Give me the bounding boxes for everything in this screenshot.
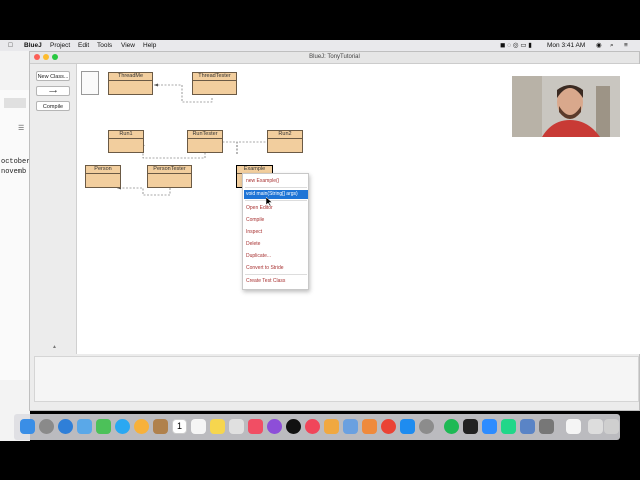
class-runtester[interactable]: RunTester xyxy=(187,130,223,153)
doc-line-1: october xyxy=(1,158,31,166)
class-threadtester[interactable]: ThreadTester xyxy=(192,72,237,95)
reminders-icon[interactable] xyxy=(191,419,206,434)
menu-item-create-test-class[interactable]: Create Test Class xyxy=(246,277,306,286)
class-person[interactable]: Person xyxy=(85,165,121,188)
class-run2[interactable]: Run2 xyxy=(267,130,303,153)
menubar-clock[interactable]: Mon 3:41 AM xyxy=(547,40,585,51)
arrow-right-icon: ⟶ xyxy=(49,89,57,95)
menu-help[interactable]: Help xyxy=(143,40,156,51)
menu-edit[interactable]: Edit xyxy=(78,40,89,51)
spotify-icon[interactable] xyxy=(444,419,459,434)
menu-item-compile[interactable]: Compile xyxy=(246,216,306,225)
menu-item-convert-to-stride[interactable]: Convert to Stride xyxy=(246,264,306,273)
downloads-icon[interactable] xyxy=(588,419,603,434)
bluej-icon[interactable] xyxy=(520,419,535,434)
safari-icon[interactable] xyxy=(58,419,73,434)
class-context-menu: new Example() void main(String[] args) O… xyxy=(242,173,309,290)
menu-bluej[interactable]: BlueJ xyxy=(24,40,42,51)
compile-button[interactable]: Compile xyxy=(36,101,70,111)
pages-icon[interactable] xyxy=(362,419,377,434)
search-icon[interactable]: ⌕ xyxy=(610,40,614,51)
document-icon[interactable] xyxy=(566,419,581,434)
trash-icon[interactable] xyxy=(604,419,619,434)
scroll-up-icon[interactable]: ▲ xyxy=(52,344,57,350)
zoom-app-icon[interactable] xyxy=(482,419,497,434)
webcam-video xyxy=(512,76,620,137)
menu-item-duplicate[interactable]: Duplicate... xyxy=(246,252,306,261)
mail-icon[interactable] xyxy=(77,419,92,434)
menu-project[interactable]: Project xyxy=(50,40,70,51)
photos-icon[interactable] xyxy=(134,419,149,434)
menu-separator xyxy=(245,187,307,188)
status-icons[interactable]: ◼ ◌ ◎ ▭ ▮ xyxy=(500,40,532,51)
podcasts-icon[interactable] xyxy=(267,419,282,434)
zoom-icon[interactable] xyxy=(52,54,58,60)
numbers-icon[interactable] xyxy=(324,419,339,434)
system-preferences-icon[interactable] xyxy=(419,419,434,434)
finder-icon[interactable] xyxy=(20,419,35,434)
minimize-icon[interactable] xyxy=(43,54,49,60)
keynote-icon[interactable] xyxy=(343,419,358,434)
mouse-cursor-icon xyxy=(266,197,272,206)
menu-bar:  BlueJ Project Edit Tools View Help ◼ ◌… xyxy=(0,40,640,51)
menu-item-open-editor[interactable]: Open Editor xyxy=(246,204,306,213)
maps-icon[interactable] xyxy=(229,419,244,434)
menu-item-delete[interactable]: Delete xyxy=(246,240,306,249)
window-titlebar[interactable]: BlueJ: TonyTutorial xyxy=(30,52,639,64)
facetime-icon[interactable] xyxy=(96,419,111,434)
music-icon[interactable] xyxy=(248,419,263,434)
toolbar-panel: New Class... ⟶ Compile ▲ xyxy=(30,64,77,354)
window-title: BlueJ: TonyTutorial xyxy=(309,54,360,60)
readme-document-icon[interactable] xyxy=(81,71,99,95)
menu-view[interactable]: View xyxy=(121,40,135,51)
chrome-icon[interactable] xyxy=(381,419,396,434)
list-icon[interactable]: ☰ xyxy=(18,124,24,132)
calendar-icon[interactable]: 1 xyxy=(172,419,187,434)
new-arrow-button[interactable]: ⟶ xyxy=(36,86,70,96)
object-bench[interactable] xyxy=(34,356,639,402)
pycharm-icon[interactable] xyxy=(501,419,516,434)
contacts-icon[interactable] xyxy=(153,419,168,434)
presenter-image xyxy=(512,76,620,137)
messages-icon[interactable] xyxy=(115,419,130,434)
user-icon[interactable]: ◉ xyxy=(596,40,602,51)
tv-icon[interactable] xyxy=(286,419,301,434)
new-class-button[interactable]: New Class... xyxy=(36,71,70,81)
menu-item-void-main[interactable]: void main(String[] args) xyxy=(244,190,308,199)
doc-line-2: novemb xyxy=(1,168,27,176)
terminal-icon[interactable] xyxy=(463,419,478,434)
dock: 1 xyxy=(14,414,620,440)
menu-separator xyxy=(245,274,307,275)
news-icon[interactable] xyxy=(305,419,320,434)
class-run1[interactable]: Run1 xyxy=(108,130,144,153)
launchpad-icon[interactable] xyxy=(39,419,54,434)
menu-separator xyxy=(245,200,307,201)
obs-icon[interactable] xyxy=(539,419,554,434)
notes-icon[interactable] xyxy=(210,419,225,434)
class-threadme[interactable]: ThreadMe xyxy=(108,72,153,95)
app-store-icon[interactable] xyxy=(400,419,415,434)
menu-item-new-example[interactable]: new Example() xyxy=(246,177,306,186)
menu-item-inspect[interactable]: Inspect xyxy=(246,228,306,237)
menu-tools[interactable]: Tools xyxy=(97,40,112,51)
close-icon[interactable] xyxy=(34,54,40,60)
class-persontester[interactable]: PersonTester xyxy=(147,165,192,188)
control-center-icon[interactable]: ≡ xyxy=(624,40,628,51)
back-arrow-icon[interactable] xyxy=(4,98,26,108)
background-document: ☰ october novemb xyxy=(0,90,31,380)
apple-icon[interactable]:  xyxy=(8,40,13,51)
